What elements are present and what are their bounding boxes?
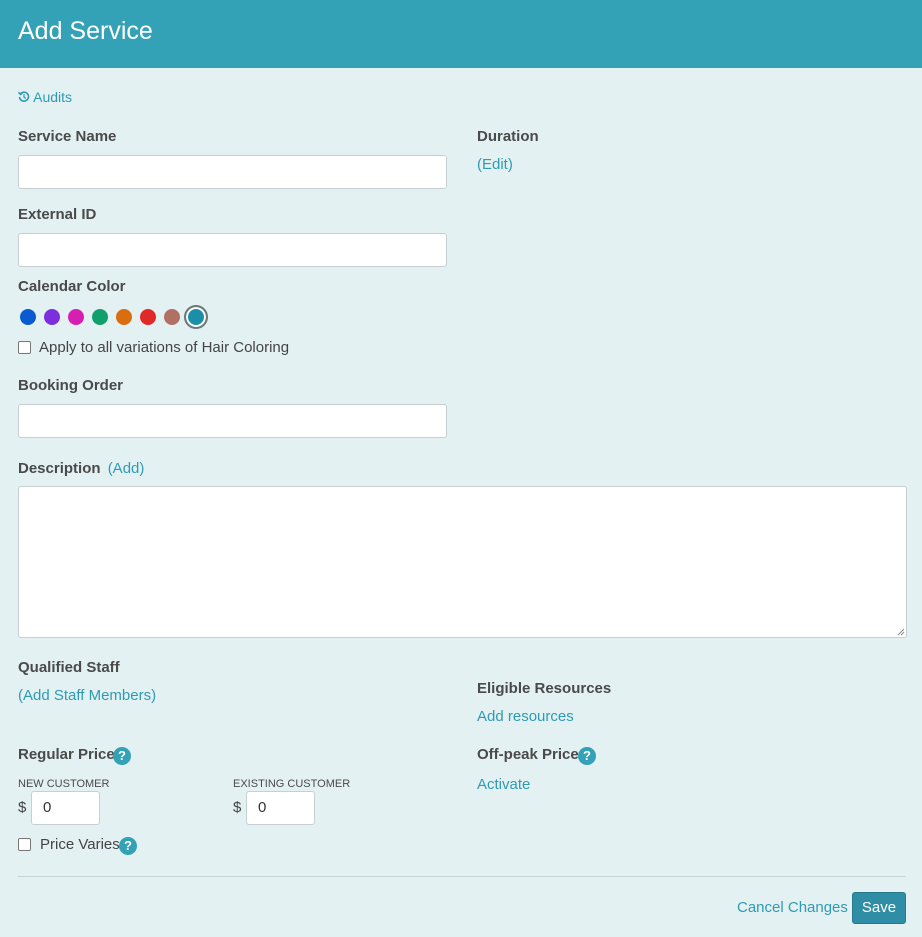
footer-divider	[18, 876, 906, 877]
existing-customer-label: EXISTING CUSTOMER	[233, 778, 351, 790]
regular-price-label: Regular Price	[18, 746, 115, 763]
add-resources-link[interactable]: Add resources	[477, 708, 574, 725]
booking-order-label: Booking Order	[18, 377, 124, 394]
cancel-changes-link[interactable]: Cancel Changes	[737, 899, 848, 916]
new-customer-price-input[interactable]: 0	[31, 791, 100, 825]
external-id-label: External ID	[18, 206, 97, 223]
duration-label: Duration	[477, 128, 539, 145]
existing-customer-currency: $	[233, 799, 242, 816]
history-icon	[17, 91, 30, 102]
page-title: Add Service	[18, 17, 153, 45]
color-swatch[interactable]	[20, 309, 36, 325]
audits-link[interactable]: Audits	[17, 89, 73, 105]
calendar-color-label: Calendar Color	[18, 278, 126, 295]
apply-all-label: Apply to all variations of Hair Coloring	[39, 339, 290, 356]
price-varies-checkbox[interactable]	[18, 838, 31, 851]
color-swatch[interactable]	[184, 305, 208, 329]
color-swatch[interactable]	[92, 309, 108, 325]
booking-order-input[interactable]	[18, 404, 447, 438]
service-name-input[interactable]	[18, 155, 447, 189]
apply-all-checkbox[interactable]	[18, 341, 31, 354]
duration-edit-link[interactable]: (Edit)	[477, 156, 513, 173]
color-swatch[interactable]	[164, 309, 180, 325]
offpeak-activate-link[interactable]: Activate	[477, 776, 530, 793]
description-header: Description (Add)	[18, 460, 144, 477]
existing-customer-price-input[interactable]: 0	[246, 791, 315, 825]
color-swatch[interactable]	[116, 309, 132, 325]
new-customer-label: NEW CUSTOMER	[18, 778, 110, 790]
add-staff-link[interactable]: (Add Staff Members)	[18, 687, 156, 704]
price-varies-label: Price Varies	[40, 836, 120, 853]
description-label: Description	[18, 460, 101, 477]
offpeak-price-label: Off-peak Price	[477, 746, 579, 763]
regular-price-help-icon[interactable]: ?	[113, 747, 131, 765]
service-name-label: Service Name	[18, 128, 117, 145]
description-textarea[interactable]	[18, 486, 907, 638]
color-swatch[interactable]	[44, 309, 60, 325]
page-header: Add Service	[0, 0, 922, 68]
price-varies-help-icon[interactable]: ?	[119, 837, 137, 855]
new-customer-currency: $	[18, 799, 27, 816]
color-swatch[interactable]	[68, 309, 84, 325]
resize-handle-icon[interactable]	[897, 628, 905, 636]
offpeak-price-help-icon[interactable]: ?	[578, 747, 596, 765]
eligible-resources-label: Eligible Resources	[477, 680, 612, 697]
external-id-input[interactable]	[18, 233, 447, 267]
description-add-link[interactable]: (Add)	[108, 460, 145, 477]
audits-label: Audits	[33, 89, 73, 105]
color-swatch[interactable]	[140, 309, 156, 325]
qualified-staff-label: Qualified Staff	[18, 659, 120, 676]
save-button[interactable]: Save	[852, 892, 906, 924]
